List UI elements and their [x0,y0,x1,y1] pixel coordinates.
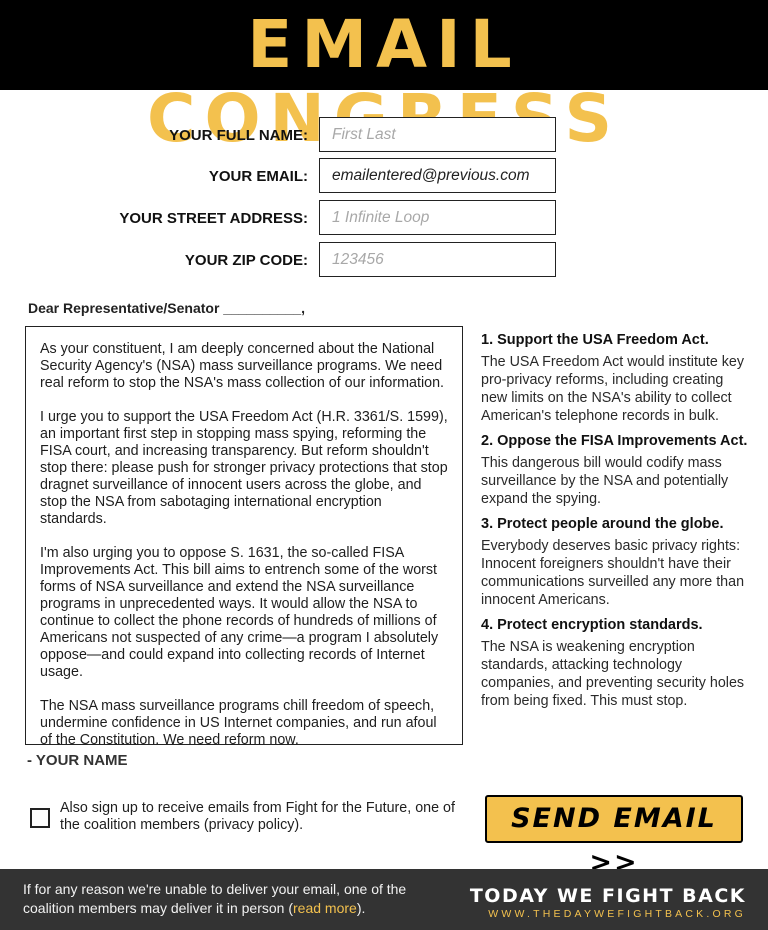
street-address-input[interactable] [319,200,556,235]
read-more-link[interactable]: read more [293,900,357,916]
name-row: YOUR FULL NAME: [0,117,768,153]
optin-checkbox[interactable] [30,808,50,828]
brand-title: TODAY WE FIGHT BACK [469,885,746,907]
address-row: YOUR STREET ADDRESS: [0,200,768,236]
letter-paragraph: The NSA mass surveillance programs chill… [40,698,437,748]
letter-paragraph: I urge you to support the USA Freedom Ac… [40,409,448,527]
footer: If for any reason we're unable to delive… [0,869,768,930]
talking-points: 1. Support the USA Freedom Act. The USA … [481,331,751,717]
zip-code-input[interactable] [319,242,556,277]
letter-salutation: Dear Representative/Senator __________, [28,300,306,316]
send-email-button[interactable]: SEND EMAIL >> [485,795,743,878]
point-body: Everybody deserves basic privacy rights:… [481,538,745,608]
point-title: 4. Protect encryption standards. [481,617,703,633]
zip-label: YOUR ZIP CODE: [184,252,308,269]
email-label: YOUR EMAIL: [208,168,308,185]
point-title: 3. Protect people around the globe. [481,516,724,532]
email-row: YOUR EMAIL: [0,158,768,194]
full-name-input[interactable] [319,117,556,152]
footer-brand[interactable]: TODAY WE FIGHT BACK WWW.THEDAYWEFIGHTBAC… [470,885,746,920]
header-banner: EMAIL CONGRESS [0,0,768,156]
zip-row: YOUR ZIP CODE: [0,242,768,278]
letter-signature: - YOUR NAME [27,752,128,769]
letter-paragraph: I'm also urging you to oppose S. 1631, t… [40,545,439,680]
letter-textarea[interactable]: As your constituent, I am deeply concern… [25,326,463,748]
email-input[interactable] [319,158,556,193]
name-label: YOUR FULL NAME: [169,127,308,144]
optin-label: Also sign up to receive emails from Figh… [60,800,455,833]
point-body: This dangerous bill would codify mass su… [481,455,729,507]
footer-text-after: ). [356,900,366,916]
letter-paragraph: As your constituent, I am deeply concern… [40,341,445,391]
footer-note: If for any reason we're unable to delive… [23,880,443,918]
point-body: The NSA is weakening encryption standard… [481,639,745,709]
brand-url: WWW.THEDAYWEFIGHTBACK.ORG [488,908,746,920]
point-title: 1. Support the USA Freedom Act. [481,332,709,348]
point-body: The USA Freedom Act would institute key … [481,354,745,424]
point-title: 2. Oppose the FISA Improvements Act. [481,433,748,449]
address-label: YOUR STREET ADDRESS: [119,210,308,227]
